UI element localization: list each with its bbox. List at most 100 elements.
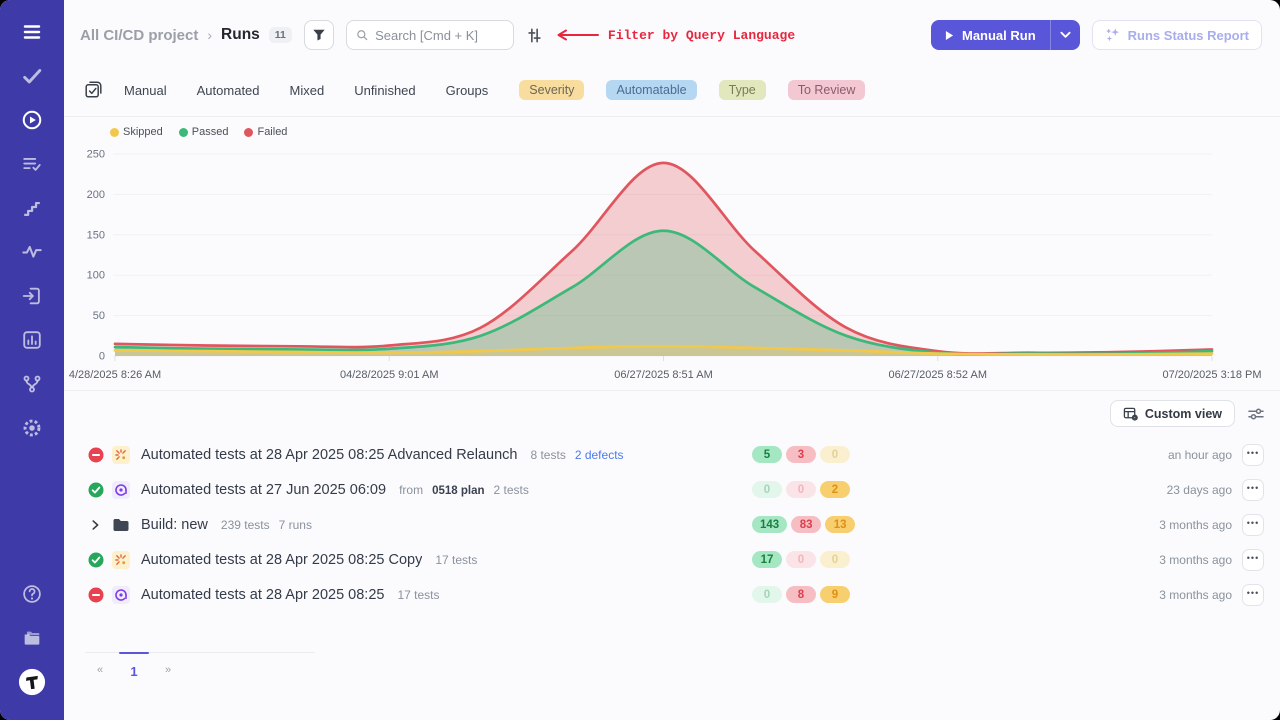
passed-dot-icon <box>179 128 188 137</box>
runs-play-icon[interactable] <box>14 102 50 138</box>
runs-status-report-button[interactable]: Runs Status Report <box>1092 20 1262 50</box>
run-menu-button[interactable]: ••• <box>1242 549 1264 571</box>
sidebar-bottom-icons <box>14 576 50 708</box>
branch-icon[interactable] <box>14 366 50 402</box>
run-result-badges: 530 <box>752 446 864 463</box>
filter-funnel-button[interactable] <box>304 20 334 50</box>
run-row[interactable]: Automated tests at 27 Jun 2025 06:09from… <box>64 472 1280 507</box>
run-row[interactable]: Build: new239 tests7 runs1438313 3 months… <box>64 507 1280 542</box>
pagination-prev-button[interactable]: « <box>85 664 115 679</box>
tab-groups[interactable]: Groups <box>446 83 489 98</box>
passed-status-icon <box>88 482 104 498</box>
tab-mixed[interactable]: Mixed <box>290 83 325 98</box>
run-timestamp: 23 days ago <box>1167 483 1232 497</box>
help-question-icon[interactable] <box>14 576 50 612</box>
pagination-active-indicator <box>119 652 149 654</box>
manual-run-button[interactable]: Manual Run <box>931 20 1050 50</box>
legend-failed[interactable]: Failed <box>244 126 287 138</box>
failed-dot-icon <box>244 128 253 137</box>
run-meta: 8 tests2 defects <box>530 448 623 462</box>
run-row[interactable]: Automated tests at 28 Apr 2025 08:2517 t… <box>64 577 1280 612</box>
badge-skipped: 0 <box>820 446 850 463</box>
tests-check-icon[interactable] <box>14 58 50 94</box>
run-timestamp: 3 months ago <box>1159 518 1232 532</box>
manual-run-caret-button[interactable] <box>1050 20 1080 50</box>
legend-label: Passed <box>192 126 229 138</box>
pagination: « 1 » <box>85 652 315 679</box>
run-meta: 17 tests <box>435 553 477 567</box>
run-title: Automated tests at 28 Apr 2025 08:25 Cop… <box>141 552 422 568</box>
menu-icon[interactable] <box>14 14 50 50</box>
x-axis-label: 04/28/2025 9:01 AM <box>340 369 438 381</box>
run-meta: from0518 plan2 tests <box>399 483 529 497</box>
run-meta-text: from <box>399 483 423 497</box>
run-meta: 17 tests <box>397 588 439 602</box>
settings-gear-icon[interactable] <box>14 410 50 446</box>
spiral-icon <box>112 481 130 499</box>
legend-skipped[interactable]: Skipped <box>110 126 163 138</box>
failed-status-icon <box>88 447 104 463</box>
runs-count-badge: 11 <box>269 27 292 43</box>
run-row[interactable]: Automated tests at 28 Apr 2025 08:25 Cop… <box>64 542 1280 577</box>
pulse-activity-icon[interactable] <box>14 234 50 270</box>
chart-x-axis-labels: 4/28/2025 8:26 AM04/28/2025 9:01 AM06/27… <box>64 368 1280 386</box>
chart-legend: Skipped Passed Failed <box>64 124 1280 140</box>
chip-type[interactable]: Type <box>719 80 766 100</box>
custom-view-button[interactable]: Custom view <box>1110 400 1235 427</box>
page-title: Runs <box>221 26 260 44</box>
run-menu-button[interactable]: ••• <box>1242 479 1264 501</box>
import-icon[interactable] <box>14 278 50 314</box>
left-arrow-icon <box>555 29 599 41</box>
annotation-text: Filter by Query Language <box>608 28 795 43</box>
manual-run-label: Manual Run <box>962 28 1036 43</box>
chevron-right-icon[interactable] <box>88 517 104 533</box>
search-input[interactable] <box>375 28 504 43</box>
run-menu-button[interactable]: ••• <box>1242 584 1264 606</box>
breadcrumb: All CI/CD project › Runs 11 <box>80 26 292 44</box>
chip-severity[interactable]: Severity <box>519 80 584 100</box>
run-title: Automated tests at 28 Apr 2025 08:25 Adv… <box>141 447 517 463</box>
runs-status-report-label: Runs Status Report <box>1128 28 1249 43</box>
svg-text:250: 250 <box>87 149 105 161</box>
badge-skipped: 13 <box>825 516 855 533</box>
projects-folders-icon[interactable] <box>14 620 50 656</box>
milestones-stairs-icon[interactable] <box>14 190 50 226</box>
tab-unfinished[interactable]: Unfinished <box>354 83 415 98</box>
select-all-icon[interactable] <box>84 81 102 99</box>
query-filter-sliders-icon[interactable] <box>526 27 543 44</box>
pagination-next-button[interactable]: » <box>153 664 183 679</box>
badge-passed: 5 <box>752 446 782 463</box>
search-box[interactable] <box>346 20 514 50</box>
run-meta-text: 239 tests <box>221 518 270 532</box>
search-icon <box>356 28 368 42</box>
run-left: Automated tests at 28 Apr 2025 08:25 Cop… <box>88 551 752 569</box>
sidebar <box>0 0 64 720</box>
badge-skipped: 2 <box>820 481 850 498</box>
view-settings-sliders-icon[interactable] <box>1248 407 1264 421</box>
run-timestamp: 3 months ago <box>1159 588 1232 602</box>
pagination-page-1[interactable]: 1 <box>119 664 149 679</box>
sidebar-top-icons <box>14 14 50 454</box>
tab-automated[interactable]: Automated <box>197 83 260 98</box>
svg-text:50: 50 <box>93 310 105 322</box>
run-left: Automated tests at 28 Apr 2025 08:2517 t… <box>88 586 752 604</box>
analytics-bar-chart-icon[interactable] <box>14 322 50 358</box>
run-left: Build: new239 tests7 runs <box>88 516 752 534</box>
filter-tabs: Manual Automated Mixed Unfinished Groups <box>124 83 488 98</box>
failed-status-icon <box>88 587 104 603</box>
run-row[interactable]: Automated tests at 28 Apr 2025 08:25 Adv… <box>64 437 1280 472</box>
tab-manual[interactable]: Manual <box>124 83 167 98</box>
app-logo[interactable] <box>14 664 50 700</box>
defects-link[interactable]: 2 defects <box>575 448 624 462</box>
run-menu-button[interactable]: ••• <box>1242 514 1264 536</box>
breadcrumb-project[interactable]: All CI/CD project <box>80 27 198 44</box>
chip-to-review[interactable]: To Review <box>788 80 866 100</box>
badge-failed: 83 <box>791 516 821 533</box>
main-content: All CI/CD project › Runs 11 Filter by Qu… <box>64 0 1280 720</box>
run-result-badges: 1438313 <box>752 516 864 533</box>
run-meta-text: 17 tests <box>435 553 477 567</box>
plans-list-check-icon[interactable] <box>14 146 50 182</box>
legend-passed[interactable]: Passed <box>179 126 229 138</box>
run-menu-button[interactable]: ••• <box>1242 444 1264 466</box>
chip-automatable[interactable]: Automatable <box>606 80 696 100</box>
